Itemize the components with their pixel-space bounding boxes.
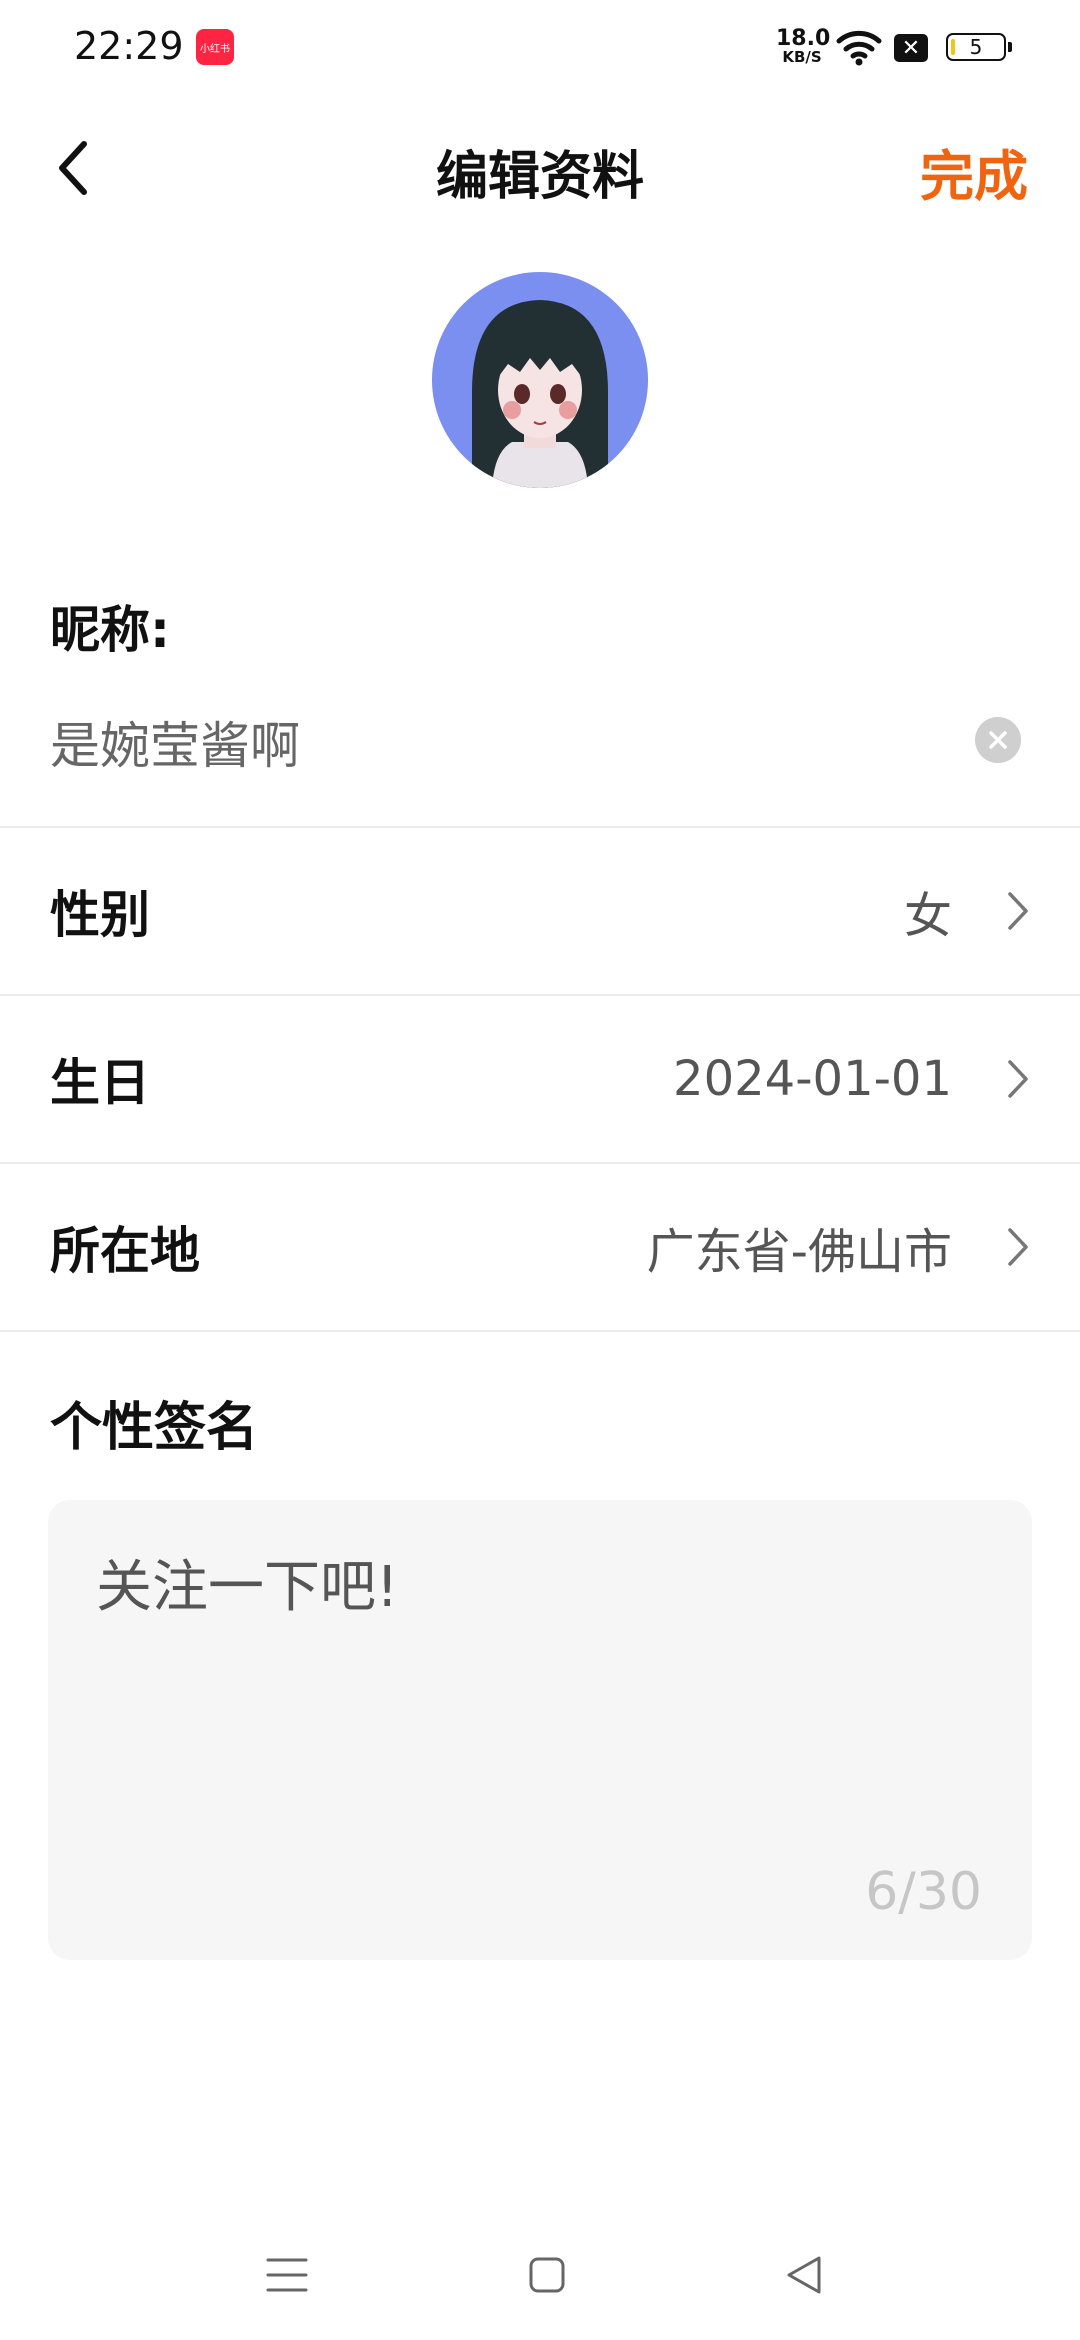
chevron-right-icon [1008, 892, 1028, 930]
xiaohongshu-app-icon: 小红书 [196, 29, 234, 65]
network-speed-value: 18.0 [776, 26, 831, 51]
signature-textarea[interactable]: 关注一下吧! 6/30 [48, 1500, 1032, 1960]
wifi-icon [836, 30, 882, 66]
signature-text: 关注一下吧! [96, 1555, 399, 1620]
battery-icon: 5 [946, 33, 1006, 61]
battery-level-text: 5 [969, 35, 983, 59]
gender-label: 性别 [50, 886, 150, 944]
done-button[interactable]: 完成 [920, 132, 1028, 211]
birthday-value: 2024-01-01 [673, 1051, 952, 1107]
nickname-label: 昵称: [50, 601, 170, 659]
nickname-input[interactable] [50, 712, 950, 772]
divider [0, 1330, 1080, 1332]
close-icon: ✕ [894, 34, 928, 62]
battery-cap [1008, 42, 1012, 52]
location-label: 所在地 [50, 1222, 200, 1280]
page-title: 编辑资料 [435, 147, 644, 207]
gender-row[interactable]: 性别 女 [0, 828, 1080, 994]
signature-label: 个性签名 [50, 1398, 259, 1458]
home-icon[interactable] [528, 2256, 566, 2294]
birthday-row[interactable]: 生日 2024-01-01 [0, 996, 1080, 1162]
avatar[interactable] [432, 272, 648, 488]
back-triangle-icon[interactable] [784, 2254, 824, 2296]
location-row[interactable]: 所在地 广东省-佛山市 [0, 1164, 1080, 1330]
signature-char-counter: 6/30 [865, 1862, 982, 1922]
clear-icon[interactable] [975, 717, 1021, 763]
status-bar: 22:29 小红书 18.0 KB/S ✕ 5 [0, 0, 1080, 96]
avatar-icon [432, 272, 648, 488]
battery-level-fill [951, 39, 955, 55]
menu-icon[interactable] [266, 2256, 308, 2294]
chevron-right-icon [1008, 1060, 1028, 1098]
status-time: 22:29 [74, 24, 184, 68]
birthday-label: 生日 [50, 1054, 150, 1112]
network-speed-unit: KB/S [782, 48, 822, 66]
network-speed: 18.0 KB/S [776, 26, 831, 66]
chevron-right-icon [1008, 1228, 1028, 1266]
location-value: 广东省-佛山市 [646, 1224, 952, 1280]
gender-value: 女 [903, 888, 952, 944]
